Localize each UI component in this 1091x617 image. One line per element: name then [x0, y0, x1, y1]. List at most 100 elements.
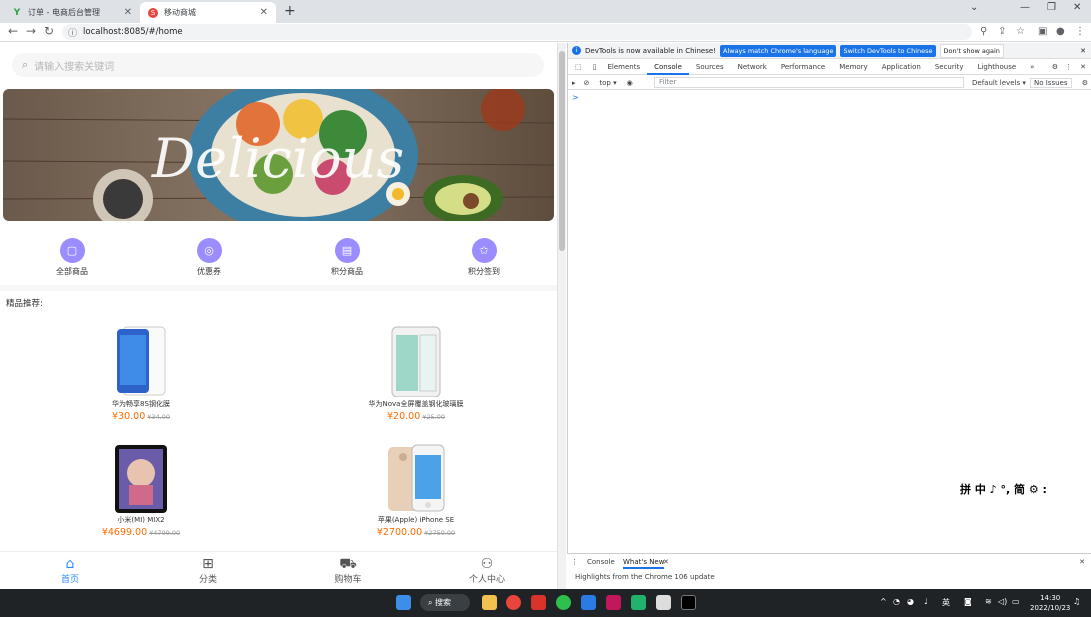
close-icon[interactable]: ✕ — [124, 7, 132, 18]
tab-orders[interactable]: Y 订单 - 电商后台管理 ✕ — [4, 2, 140, 23]
tray-app3-icon[interactable]: ◙ — [964, 597, 972, 606]
context-select[interactable]: top ▾ — [599, 79, 616, 87]
start-icon[interactable] — [396, 595, 411, 610]
wps-icon[interactable] — [531, 595, 546, 610]
minimize-icon[interactable]: — — [1020, 2, 1030, 13]
side-panel-icon[interactable]: ▣ — [1038, 26, 1047, 37]
more-icon[interactable]: ⋮ — [1065, 63, 1072, 71]
tab-mall[interactable]: S 移动商城 ✕ — [140, 2, 276, 23]
tab-network[interactable]: Network — [731, 60, 774, 75]
more-tabs-icon[interactable]: » — [1023, 60, 1041, 75]
switch-chinese-button[interactable]: Switch DevTools to Chinese — [840, 44, 936, 57]
share-icon[interactable]: ⇪ — [998, 26, 1006, 37]
volume-icon[interactable]: ◁) — [998, 597, 1007, 606]
levels-select[interactable]: Default levels ▾ — [972, 79, 1026, 87]
tab-sources[interactable]: Sources — [689, 60, 731, 75]
tray-chevron-icon[interactable]: ^ — [880, 597, 887, 606]
bookmark-star-icon[interactable]: ☆ — [1016, 26, 1025, 37]
wifi-icon[interactable]: ≋ — [985, 597, 992, 606]
ide-icon[interactable] — [606, 595, 621, 610]
zoom-icon[interactable]: ⚲ — [980, 26, 987, 37]
tray-app-icon[interactable]: ◔ — [893, 597, 900, 606]
battery-icon[interactable]: ▭ — [1012, 597, 1020, 606]
search-placeholder: 请输入搜索关键词 — [34, 61, 115, 73]
ime-toolbar[interactable]: 拼 中 ♪ °, 简 ⚙ : — [958, 481, 1068, 497]
tray-app2-icon[interactable]: ◕ — [907, 597, 914, 606]
tab-memory[interactable]: Memory — [832, 60, 874, 75]
tab-application[interactable]: Application — [875, 60, 928, 75]
scrollbar-thumb[interactable] — [559, 51, 565, 251]
filter-input[interactable]: Filter — [654, 77, 964, 88]
pycharm-icon[interactable] — [631, 595, 646, 610]
notification-icon[interactable]: ♫ — [1073, 597, 1080, 606]
drawer-menu-icon[interactable]: ⋮ — [571, 556, 578, 569]
drawer-tab-console[interactable]: Console — [587, 556, 615, 569]
product-card[interactable]: 苹果(Apple) iPhone SE ¥2700.00 ¥2750.00 — [316, 443, 516, 538]
food-banner-illustration: Delicious — [3, 89, 554, 221]
file-explorer-icon[interactable] — [482, 595, 497, 610]
notepad-icon[interactable] — [656, 595, 671, 610]
terminal-icon[interactable] — [681, 595, 696, 610]
forward-icon[interactable]: → — [26, 24, 36, 38]
menu-icon[interactable]: ⋮ — [1075, 26, 1085, 37]
inspect-icon[interactable]: ⬚ — [568, 60, 589, 75]
drawer-tab-whats-new[interactable]: What's New — [623, 556, 665, 569]
quick-nav-label: 积分商品 — [331, 267, 363, 276]
tabbar-cart[interactable]: ⛟ 购物车 — [308, 556, 388, 585]
browser-tabstrip: Y 订单 - 电商后台管理 ✕ S 移动商城 ✕ + ⌄ — ❐ ✕ — [0, 0, 1091, 23]
close-icon[interactable]: ✕ — [1080, 63, 1086, 71]
photos-icon[interactable] — [581, 595, 596, 610]
new-tab-icon[interactable]: + — [284, 3, 296, 19]
tab-security[interactable]: Security — [928, 60, 971, 75]
profile-icon[interactable]: ● — [1056, 26, 1065, 37]
info-icon: i — [572, 46, 581, 55]
quick-nav-all-goods[interactable]: ▢ 全部商品 — [22, 238, 122, 277]
clear-console-icon[interactable]: ⊘ — [584, 79, 590, 87]
match-language-button[interactable]: Always match Chrome's language — [720, 44, 837, 57]
device-toolbar-icon[interactable]: ▯ — [589, 60, 601, 75]
settings-icon[interactable]: ⚙ — [1052, 63, 1058, 71]
quick-nav-coupons[interactable]: ◎ 优惠券 — [159, 238, 259, 277]
tab-lighthouse[interactable]: Lighthouse — [971, 60, 1024, 75]
close-icon[interactable]: ✕ — [1080, 47, 1086, 55]
banner-image[interactable]: Delicious — [3, 89, 554, 221]
input-language[interactable]: 英 — [942, 597, 950, 608]
tab-console[interactable]: Console — [647, 60, 689, 75]
search-input[interactable]: ⌕ 请输入搜索关键词 — [12, 53, 544, 77]
tab-search-icon[interactable]: ⌄ — [970, 2, 978, 13]
taskbar-clock[interactable]: 14:30 2022/10/23 — [1030, 593, 1070, 613]
tab-elements[interactable]: Elements — [600, 60, 647, 75]
tray-mic-icon[interactable]: ♩ — [924, 597, 928, 606]
console-prompt[interactable]: > — [572, 93, 579, 102]
window-close-icon[interactable]: ✕ — [1073, 2, 1081, 13]
eye-icon[interactable]: ◉ — [627, 79, 633, 87]
close-icon[interactable]: ✕ — [260, 7, 268, 18]
wechat-icon[interactable] — [556, 595, 571, 610]
chrome-icon[interactable] — [506, 595, 521, 610]
sidebar-toggle-icon[interactable]: ▸ — [572, 79, 576, 87]
tab-performance[interactable]: Performance — [774, 60, 832, 75]
quick-nav-points-goods[interactable]: ▤ 积分商品 — [297, 238, 397, 277]
drawer-close-icon[interactable]: ✕ — [1079, 556, 1085, 569]
back-icon[interactable]: ← — [8, 24, 18, 38]
tabbar-home[interactable]: ⌂ 首页 — [30, 556, 110, 585]
restore-icon[interactable]: ❐ — [1047, 2, 1056, 13]
close-icon[interactable]: ✕ — [663, 556, 669, 569]
url-field[interactable]: ⓘ localhost:8085/#/home — [62, 24, 972, 40]
page-scrollbar[interactable] — [557, 43, 566, 589]
console-settings-icon[interactable]: ⚙ — [1082, 79, 1088, 87]
tabbar-profile[interactable]: ⚇ 个人中心 — [447, 556, 527, 585]
mall-page: ⌕ 请输入搜索关键词 Delicious ▢ 全部商品 ◎ 优惠券 ▤ 积分商品… — [0, 43, 557, 589]
mall-favicon-icon: S — [148, 7, 158, 18]
taskbar-search[interactable]: ⌕ 搜索 — [420, 594, 470, 611]
issues-badge[interactable]: No Issues — [1030, 77, 1072, 88]
product-card[interactable]: 华为畅享8S钢化膜 ¥30.00 ¥34.00 — [41, 325, 241, 422]
product-card[interactable]: 华为Nova全屏覆盖钢化玻璃膜 ¥20.00 ¥25.00 — [316, 325, 516, 422]
windows-taskbar: ⌕ 搜索 ^ ◔ ◕ ♩ 英 ◙ ≋ ◁) ▭ 14:30 2022/10/23… — [0, 589, 1091, 617]
reload-icon[interactable]: ↻ — [44, 24, 54, 38]
tabbar-category[interactable]: ⊞ 分类 — [168, 556, 248, 585]
quick-nav-points-checkin[interactable]: ✩ 积分签到 — [434, 238, 534, 277]
dont-show-button[interactable]: Don't show again — [939, 43, 1004, 58]
product-name: 苹果(Apple) iPhone SE — [377, 516, 455, 524]
product-card[interactable]: 小米(MI) MIX2 ¥4699.00 ¥4799.00 — [41, 443, 241, 538]
